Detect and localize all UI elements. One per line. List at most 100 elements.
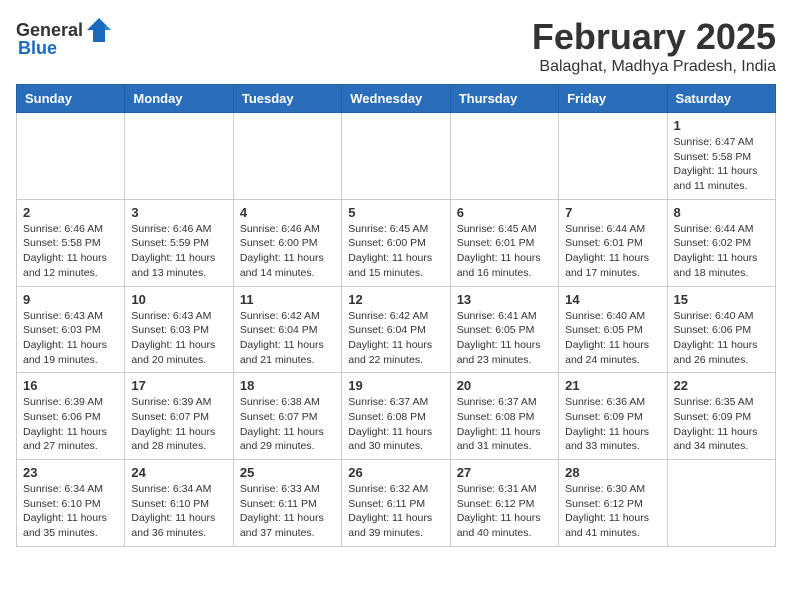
day-number: 1 — [674, 118, 769, 133]
day-info: Sunrise: 6:31 AM Sunset: 6:12 PM Dayligh… — [457, 482, 552, 541]
page-header: General Blue February 2025 Balaghat, Mad… — [16, 16, 776, 76]
day-cell — [342, 113, 450, 200]
day-cell — [17, 113, 125, 200]
location-title: Balaghat, Madhya Pradesh, India — [532, 58, 776, 76]
day-cell — [450, 113, 558, 200]
day-info: Sunrise: 6:39 AM Sunset: 6:06 PM Dayligh… — [23, 395, 118, 454]
day-info: Sunrise: 6:34 AM Sunset: 6:10 PM Dayligh… — [23, 482, 118, 541]
day-number: 18 — [240, 378, 335, 393]
day-number: 2 — [23, 205, 118, 220]
day-number: 27 — [457, 465, 552, 480]
day-number: 3 — [131, 205, 226, 220]
weekday-header-tuesday: Tuesday — [233, 85, 341, 113]
day-number: 24 — [131, 465, 226, 480]
day-number: 20 — [457, 378, 552, 393]
weekday-header-friday: Friday — [559, 85, 667, 113]
day-number: 6 — [457, 205, 552, 220]
day-cell: 20 Sunrise: 6:37 AM Sunset: 6:08 PM Dayli… — [450, 373, 558, 460]
day-cell: 15 Sunrise: 6:40 AM Sunset: 6:06 PM Dayli… — [667, 286, 775, 373]
day-info: Sunrise: 6:38 AM Sunset: 6:07 PM Dayligh… — [240, 395, 335, 454]
day-info: Sunrise: 6:34 AM Sunset: 6:10 PM Dayligh… — [131, 482, 226, 541]
day-info: Sunrise: 6:45 AM Sunset: 6:00 PM Dayligh… — [348, 222, 443, 281]
day-info: Sunrise: 6:40 AM Sunset: 6:06 PM Dayligh… — [674, 309, 769, 368]
weekday-header-wednesday: Wednesday — [342, 85, 450, 113]
day-cell: 16 Sunrise: 6:39 AM Sunset: 6:06 PM Dayli… — [17, 373, 125, 460]
week-row-2: 2Sunrise: 6:46 AM Sunset: 5:58 PM Daylig… — [17, 199, 776, 286]
day-cell: 13 Sunrise: 6:41 AM Sunset: 6:05 PM Dayli… — [450, 286, 558, 373]
day-number: 23 — [23, 465, 118, 480]
day-cell: 3 Sunrise: 6:46 AM Sunset: 5:59 PM Daylig… — [125, 199, 233, 286]
day-cell: 5 Sunrise: 6:45 AM Sunset: 6:00 PM Daylig… — [342, 199, 450, 286]
day-cell: 25 Sunrise: 6:33 AM Sunset: 6:11 PM Dayli… — [233, 460, 341, 547]
day-number: 21 — [565, 378, 660, 393]
logo-icon — [85, 16, 113, 44]
day-cell: 14 Sunrise: 6:40 AM Sunset: 6:05 PM Dayli… — [559, 286, 667, 373]
day-number: 12 — [348, 292, 443, 307]
title-block: February 2025 Balaghat, Madhya Pradesh, … — [532, 16, 776, 76]
day-number: 5 — [348, 205, 443, 220]
day-number: 4 — [240, 205, 335, 220]
day-info: Sunrise: 6:42 AM Sunset: 6:04 PM Dayligh… — [240, 309, 335, 368]
day-number: 10 — [131, 292, 226, 307]
day-number: 16 — [23, 378, 118, 393]
day-number: 8 — [674, 205, 769, 220]
day-info: Sunrise: 6:44 AM Sunset: 6:02 PM Dayligh… — [674, 222, 769, 281]
day-cell: 24 Sunrise: 6:34 AM Sunset: 6:10 PM Dayli… — [125, 460, 233, 547]
day-number: 14 — [565, 292, 660, 307]
day-cell — [233, 113, 341, 200]
day-cell: 27 Sunrise: 6:31 AM Sunset: 6:12 PM Dayli… — [450, 460, 558, 547]
day-info: Sunrise: 6:37 AM Sunset: 6:08 PM Dayligh… — [348, 395, 443, 454]
day-info: Sunrise: 6:43 AM Sunset: 6:03 PM Dayligh… — [131, 309, 226, 368]
day-cell: 8 Sunrise: 6:44 AM Sunset: 6:02 PM Daylig… — [667, 199, 775, 286]
day-cell: 18 Sunrise: 6:38 AM Sunset: 6:07 PM Dayli… — [233, 373, 341, 460]
day-cell — [125, 113, 233, 200]
week-row-3: 9 Sunrise: 6:43 AM Sunset: 6:03 PM Daylig… — [17, 286, 776, 373]
day-cell: 2Sunrise: 6:46 AM Sunset: 5:58 PM Daylig… — [17, 199, 125, 286]
day-number: 15 — [674, 292, 769, 307]
day-number: 28 — [565, 465, 660, 480]
logo-blue: Blue — [18, 38, 57, 59]
day-number: 26 — [348, 465, 443, 480]
day-info: Sunrise: 6:44 AM Sunset: 6:01 PM Dayligh… — [565, 222, 660, 281]
week-row-1: 1 Sunrise: 6:47 AM Sunset: 5:58 PM Daylig… — [17, 113, 776, 200]
day-cell: 19 Sunrise: 6:37 AM Sunset: 6:08 PM Dayli… — [342, 373, 450, 460]
day-info: Sunrise: 6:43 AM Sunset: 6:03 PM Dayligh… — [23, 309, 118, 368]
day-info: Sunrise: 6:42 AM Sunset: 6:04 PM Dayligh… — [348, 309, 443, 368]
day-info: Sunrise: 6:35 AM Sunset: 6:09 PM Dayligh… — [674, 395, 769, 454]
day-cell: 4 Sunrise: 6:46 AM Sunset: 6:00 PM Daylig… — [233, 199, 341, 286]
day-cell: 12 Sunrise: 6:42 AM Sunset: 6:04 PM Dayli… — [342, 286, 450, 373]
week-row-5: 23 Sunrise: 6:34 AM Sunset: 6:10 PM Dayli… — [17, 460, 776, 547]
day-info: Sunrise: 6:40 AM Sunset: 6:05 PM Dayligh… — [565, 309, 660, 368]
day-number: 25 — [240, 465, 335, 480]
day-cell: 9 Sunrise: 6:43 AM Sunset: 6:03 PM Daylig… — [17, 286, 125, 373]
calendar-table: SundayMondayTuesdayWednesdayThursdayFrid… — [16, 84, 776, 547]
day-info: Sunrise: 6:47 AM Sunset: 5:58 PM Dayligh… — [674, 135, 769, 194]
day-number: 19 — [348, 378, 443, 393]
month-title: February 2025 — [532, 16, 776, 58]
weekday-header-sunday: Sunday — [17, 85, 125, 113]
week-row-4: 16 Sunrise: 6:39 AM Sunset: 6:06 PM Dayli… — [17, 373, 776, 460]
day-info: Sunrise: 6:37 AM Sunset: 6:08 PM Dayligh… — [457, 395, 552, 454]
day-number: 11 — [240, 292, 335, 307]
weekday-header-row: SundayMondayTuesdayWednesdayThursdayFrid… — [17, 85, 776, 113]
day-info: Sunrise: 6:30 AM Sunset: 6:12 PM Dayligh… — [565, 482, 660, 541]
day-info: Sunrise: 6:45 AM Sunset: 6:01 PM Dayligh… — [457, 222, 552, 281]
day-info: Sunrise: 6:46 AM Sunset: 6:00 PM Dayligh… — [240, 222, 335, 281]
day-cell: 22Sunrise: 6:35 AM Sunset: 6:09 PM Dayli… — [667, 373, 775, 460]
day-info: Sunrise: 6:39 AM Sunset: 6:07 PM Dayligh… — [131, 395, 226, 454]
day-cell — [559, 113, 667, 200]
day-cell: 23 Sunrise: 6:34 AM Sunset: 6:10 PM Dayli… — [17, 460, 125, 547]
day-info: Sunrise: 6:41 AM Sunset: 6:05 PM Dayligh… — [457, 309, 552, 368]
day-cell — [667, 460, 775, 547]
day-cell: 6 Sunrise: 6:45 AM Sunset: 6:01 PM Daylig… — [450, 199, 558, 286]
day-number: 9 — [23, 292, 118, 307]
day-info: Sunrise: 6:33 AM Sunset: 6:11 PM Dayligh… — [240, 482, 335, 541]
day-cell: 28 Sunrise: 6:30 AM Sunset: 6:12 PM Dayli… — [559, 460, 667, 547]
weekday-header-monday: Monday — [125, 85, 233, 113]
day-number: 7 — [565, 205, 660, 220]
day-number: 13 — [457, 292, 552, 307]
day-cell: 11 Sunrise: 6:42 AM Sunset: 6:04 PM Dayli… — [233, 286, 341, 373]
weekday-header-thursday: Thursday — [450, 85, 558, 113]
weekday-header-saturday: Saturday — [667, 85, 775, 113]
day-info: Sunrise: 6:46 AM Sunset: 5:59 PM Dayligh… — [131, 222, 226, 281]
